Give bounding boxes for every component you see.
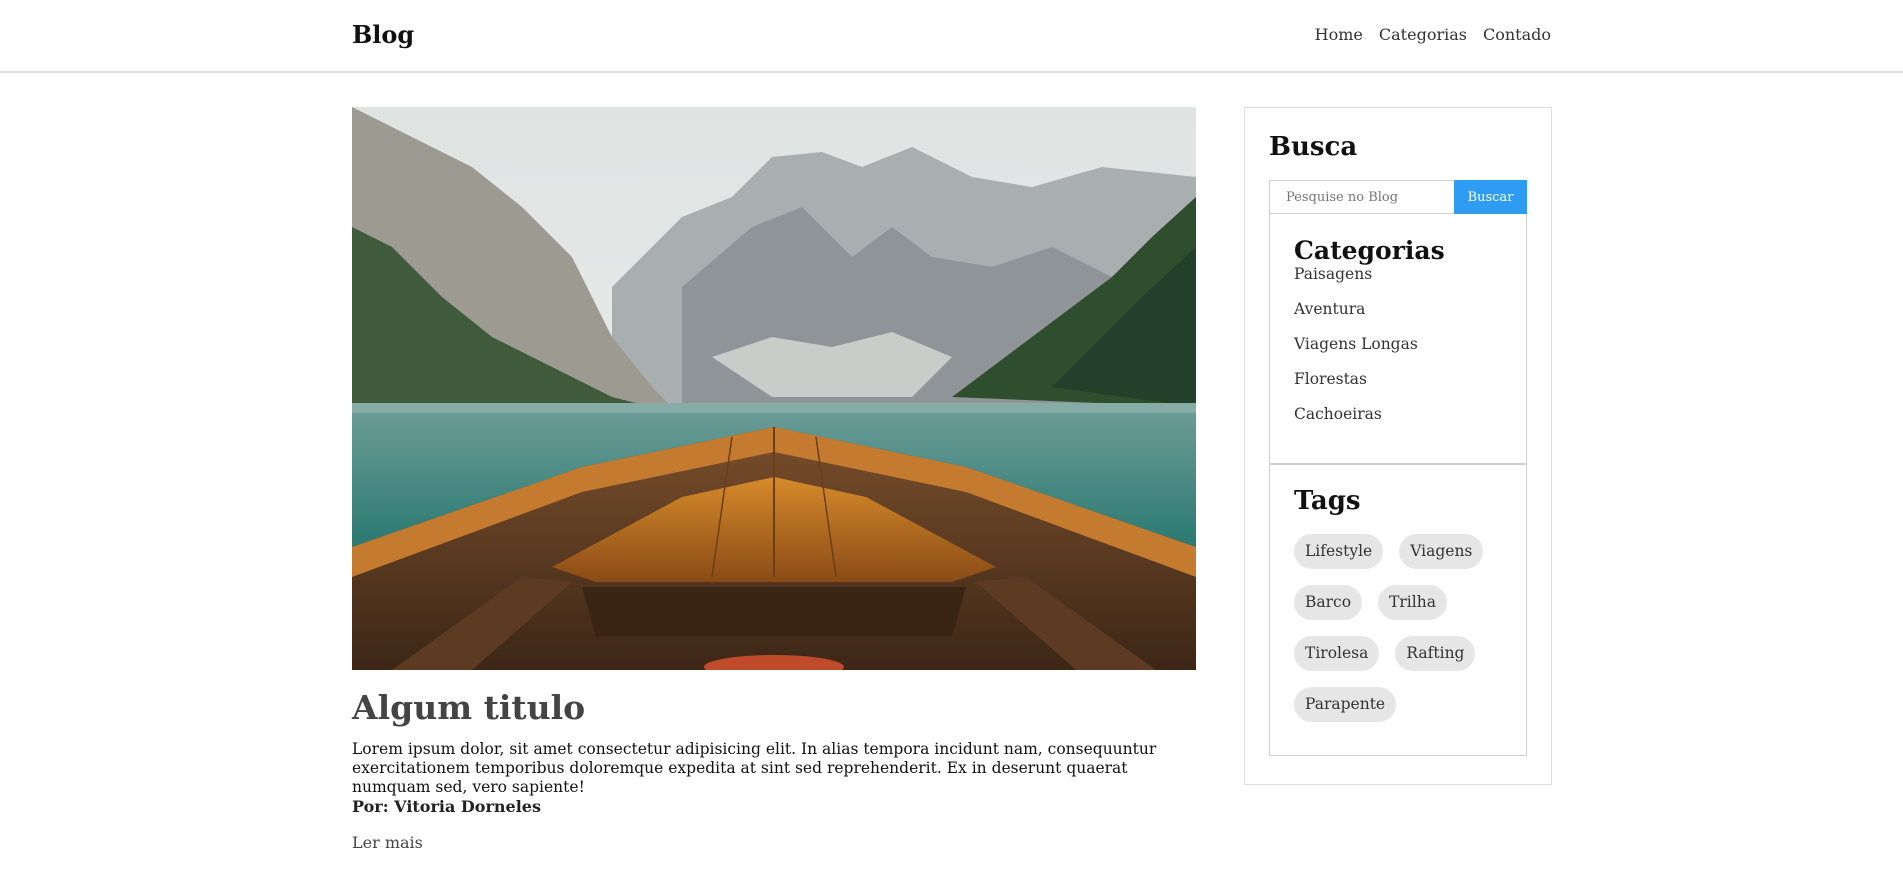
tag-rafting[interactable]: Rafting bbox=[1395, 635, 1476, 671]
category-item-cachoeiras[interactable]: Cachoeiras bbox=[1294, 403, 1502, 438]
brand-logo[interactable]: Blog bbox=[352, 20, 414, 49]
search-heading: Busca bbox=[1269, 132, 1358, 162]
read-more-link[interactable]: Ler mais bbox=[352, 833, 423, 852]
tag-tirolesa[interactable]: Tirolesa bbox=[1294, 635, 1380, 671]
tag-list: Lifestyle Viagens Barco Trilha Tirolesa … bbox=[1294, 533, 1502, 722]
nav-home-link[interactable]: Home bbox=[1315, 25, 1363, 44]
tag-lifestyle[interactable]: Lifestyle bbox=[1294, 533, 1384, 569]
nav-contado-link[interactable]: Contado bbox=[1483, 25, 1551, 44]
category-item-aventura[interactable]: Aventura bbox=[1294, 298, 1502, 333]
post-hero-image bbox=[352, 107, 1196, 670]
sidebar: Busca Buscar Categorias Paisagens Aventu… bbox=[1244, 107, 1552, 785]
category-item-paisagens[interactable]: Paisagens bbox=[1294, 263, 1502, 298]
category-item-viagens-longas[interactable]: Viagens Longas bbox=[1294, 333, 1502, 368]
tag-barco[interactable]: Barco bbox=[1294, 584, 1363, 620]
tag-parapente[interactable]: Parapente bbox=[1294, 686, 1397, 722]
search-input[interactable] bbox=[1269, 180, 1454, 214]
post-column: Algum titulo Lorem ipsum dolor, sit amet… bbox=[352, 107, 1196, 852]
tag-trilha[interactable]: Trilha bbox=[1378, 584, 1447, 620]
categories-heading: Categorias bbox=[1294, 236, 1445, 265]
main-nav: Home Categorias Contado bbox=[1315, 25, 1551, 44]
search-form: Buscar bbox=[1269, 180, 1527, 214]
tag-viagens[interactable]: Viagens bbox=[1399, 533, 1484, 569]
top-navbar: Blog Home Categorias Contado bbox=[0, 0, 1903, 73]
search-button[interactable]: Buscar bbox=[1454, 180, 1527, 214]
tags-heading: Tags bbox=[1294, 486, 1361, 516]
category-list: Paisagens Aventura Viagens Longas Flores… bbox=[1294, 263, 1502, 438]
tags-section: Tags Lifestyle Viagens Barco Trilha Tiro… bbox=[1270, 465, 1526, 755]
nav-categorias-link[interactable]: Categorias bbox=[1379, 25, 1467, 44]
category-item-florestas[interactable]: Florestas bbox=[1294, 368, 1502, 403]
post-title: Algum titulo bbox=[352, 688, 586, 727]
sidebar-panel: Categorias Paisagens Aventura Viagens Lo… bbox=[1269, 214, 1527, 756]
post-excerpt: Lorem ipsum dolor, sit amet consectetur … bbox=[352, 740, 1157, 797]
categories-section: Categorias Paisagens Aventura Viagens Lo… bbox=[1270, 214, 1526, 465]
post-author: Por: Vitoria Dorneles bbox=[352, 797, 541, 817]
